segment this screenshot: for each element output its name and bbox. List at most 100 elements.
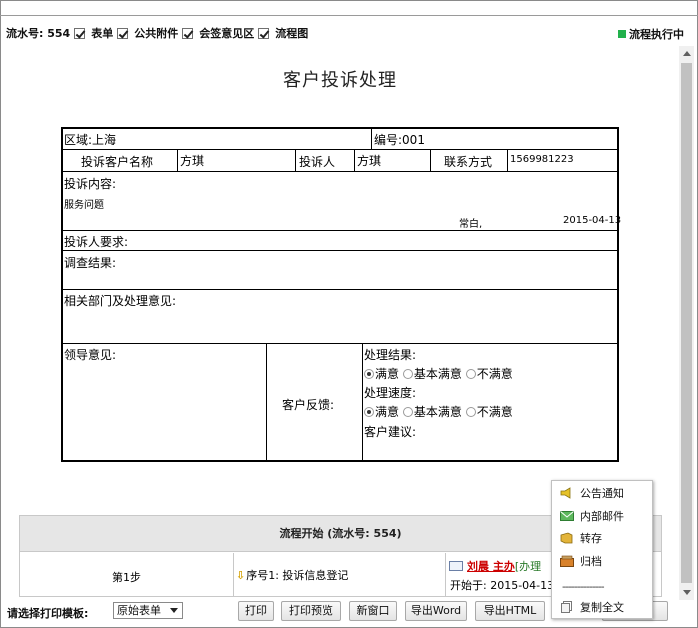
form-line: [63, 149, 617, 150]
attachments-checkbox-label: 公共附件: [134, 27, 179, 40]
menu-item-notice[interactable]: 公告通知: [560, 484, 624, 502]
form-line: [266, 343, 267, 460]
investigation-label: 调查结果:: [64, 256, 117, 270]
menu-item-mail[interactable]: 内部邮件: [560, 507, 624, 525]
department-label: 相关部门及处理意见:: [64, 294, 177, 308]
menu-separator: --------------: [562, 580, 605, 593]
attachments-checkbox[interactable]: [117, 27, 129, 39]
feedback-label: 客户反馈:: [282, 398, 335, 412]
export-html-button[interactable]: 导出HTML: [475, 601, 545, 621]
sign-date: 2015-04-13: [563, 215, 622, 226]
flow-step: 第1步: [112, 571, 141, 584]
speed-satisfied-radio[interactable]: [364, 407, 374, 417]
menu-item-save-label: 转存: [580, 532, 602, 545]
form-line: [371, 129, 372, 149]
arrow-down-icon: [683, 590, 691, 595]
menu-item-archive[interactable]: 归档: [560, 552, 602, 570]
flow-task-text: 序号1: 投诉信息登记: [246, 569, 349, 582]
export-word-button[interactable]: 导出Word: [405, 601, 467, 621]
flow-start-time: 开始于: 2015-04-13: [450, 579, 555, 592]
envelope-icon: [449, 561, 463, 571]
form-line: [362, 343, 363, 460]
template-selected-value: 原始表单: [117, 604, 161, 617]
save-icon: [560, 532, 574, 544]
flow-handler-status: [办理: [514, 560, 542, 573]
flowchart-checkbox[interactable]: [258, 27, 270, 39]
customer-name-value: 方琪: [180, 154, 205, 168]
result-unsatisfied-label: 不满意: [476, 367, 513, 381]
form-line: [63, 289, 617, 290]
chevron-down-icon: [170, 608, 178, 613]
scrollbar-thumb[interactable]: [681, 63, 692, 583]
contact-label: 联系方式: [444, 155, 493, 169]
scroll-down-button[interactable]: [679, 585, 694, 600]
signer-name: 常白,: [459, 219, 483, 230]
content-label: 投诉内容:: [64, 177, 117, 191]
countersign-checkbox[interactable]: [182, 27, 194, 39]
form-line: [354, 149, 355, 171]
suggestion-label: 客户建议:: [364, 425, 417, 439]
print-button[interactable]: 打印: [238, 601, 274, 621]
menu-item-mail-label: 内部邮件: [580, 510, 624, 523]
menu-item-copy[interactable]: 复制全文: [560, 598, 624, 616]
flowchart-checkbox-label: 流程图: [275, 27, 309, 40]
flow-handler: 刘晨 主办 [办理: [449, 558, 541, 574]
action-menu: 公告通知 内部邮件 转存 归档 -------------- 复制全文: [551, 480, 653, 619]
complaint-form: 区域:上海 编号:001 投诉客户名称 方琪 投诉人 方琪 联系方式 15699…: [61, 127, 622, 462]
flow-status-text: 流程执行中: [629, 28, 684, 41]
arrow-up-icon: [683, 51, 691, 56]
countersign-checkbox-label: 会签意见区: [199, 27, 255, 40]
top-toolbar: 流水号: 554 表单 公共附件 会签意见区 流程图: [6, 24, 308, 42]
form-checkbox[interactable]: [74, 27, 86, 39]
requirement-label: 投诉人要求:: [64, 235, 129, 249]
status-square-icon: [618, 30, 626, 38]
result-basic-radio[interactable]: [402, 369, 413, 379]
new-window-button[interactable]: 新窗口: [349, 601, 397, 621]
flow-divider: [445, 553, 446, 597]
form-line: [430, 149, 431, 171]
vertical-scrollbar[interactable]: [679, 46, 694, 600]
form-line: [63, 343, 617, 344]
template-label: 请选择打印模板:: [7, 607, 89, 620]
flow-divider: [233, 553, 234, 597]
customer-name-label: 投诉客户名称: [81, 155, 154, 169]
flow-status: 流程执行中: [618, 26, 684, 42]
form-line: [63, 230, 617, 231]
leader-label: 领导意见:: [64, 348, 117, 362]
result-satisfied-radio[interactable]: [364, 369, 374, 379]
arrow-down-icon: ⇩: [236, 568, 246, 582]
template-select[interactable]: 原始表单: [113, 602, 183, 619]
copy-icon: [560, 601, 574, 613]
speed-basic-label: 基本满意: [413, 405, 462, 419]
menu-item-archive-label: 归档: [580, 555, 602, 568]
speed-basic-radio[interactable]: [402, 407, 413, 417]
scroll-up-button[interactable]: [679, 46, 694, 61]
menu-item-notice-label: 公告通知: [580, 487, 624, 500]
speed-options: 满意 基本满意 不满意: [364, 403, 513, 420]
form-line: [177, 149, 178, 171]
region-field: 区域:上海: [64, 133, 117, 147]
contact-value: 1569981223: [510, 154, 574, 165]
serial-number-label: 流水号: 554: [6, 27, 71, 40]
mail-icon: [560, 510, 574, 522]
menu-item-save[interactable]: 转存: [560, 529, 602, 547]
result-unsatisfied-radio[interactable]: [465, 369, 476, 379]
speed-unsatisfied-radio[interactable]: [465, 407, 476, 417]
content-value: 服务问题: [64, 200, 104, 211]
form-line: [295, 149, 296, 171]
document-title: 客户投诉处理: [283, 70, 397, 91]
speed-satisfied-label: 满意: [375, 405, 400, 419]
result-options: 满意 基本满意 不满意: [364, 365, 513, 382]
archive-icon: [560, 555, 574, 567]
complainant-label: 投诉人: [299, 155, 336, 169]
top-divider: [0, 15, 698, 16]
print-preview-button[interactable]: 打印预览: [281, 601, 341, 621]
form-checkbox-label: 表单: [91, 27, 114, 40]
form-line: [507, 149, 508, 171]
result-satisfied-label: 满意: [375, 367, 400, 381]
flow-handler-name[interactable]: 刘晨 主办: [467, 558, 515, 574]
complainant-value: 方琪: [357, 154, 382, 168]
form-line: [63, 250, 617, 251]
menu-item-copy-label: 复制全文: [580, 601, 624, 614]
speed-label: 处理速度:: [364, 386, 417, 400]
